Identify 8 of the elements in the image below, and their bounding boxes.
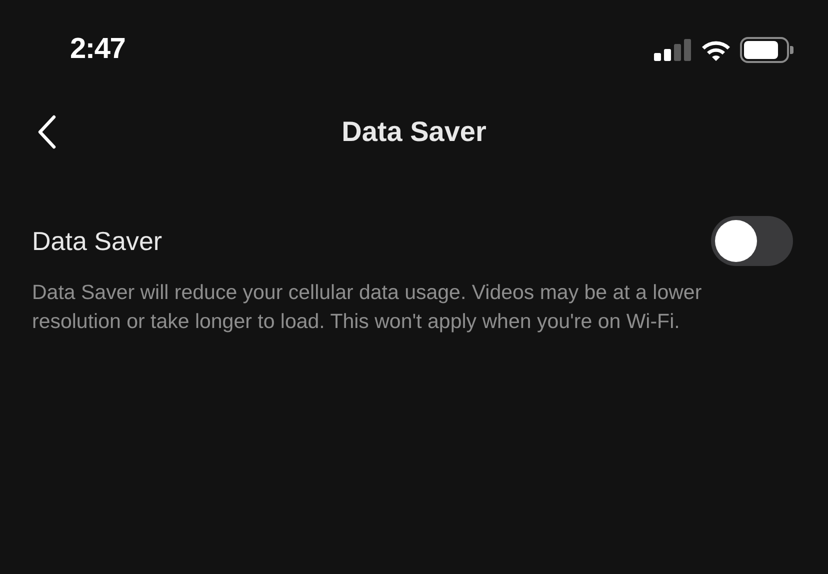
setting-description: Data Saver will reduce your cellular data usage. Videos may be at a lower resolution or take longer to load. This won't apply when you're on Wi-Fi. — [32, 280, 703, 335]
signal-icon — [654, 39, 692, 61]
status-time: 2:47 — [70, 32, 126, 68]
chevron-left-icon — [37, 115, 57, 149]
battery-icon — [740, 37, 794, 63]
setting-label: Data Saver — [32, 224, 162, 258]
page-title: Data Saver — [342, 115, 486, 149]
toggle-switch[interactable] — [711, 216, 793, 266]
